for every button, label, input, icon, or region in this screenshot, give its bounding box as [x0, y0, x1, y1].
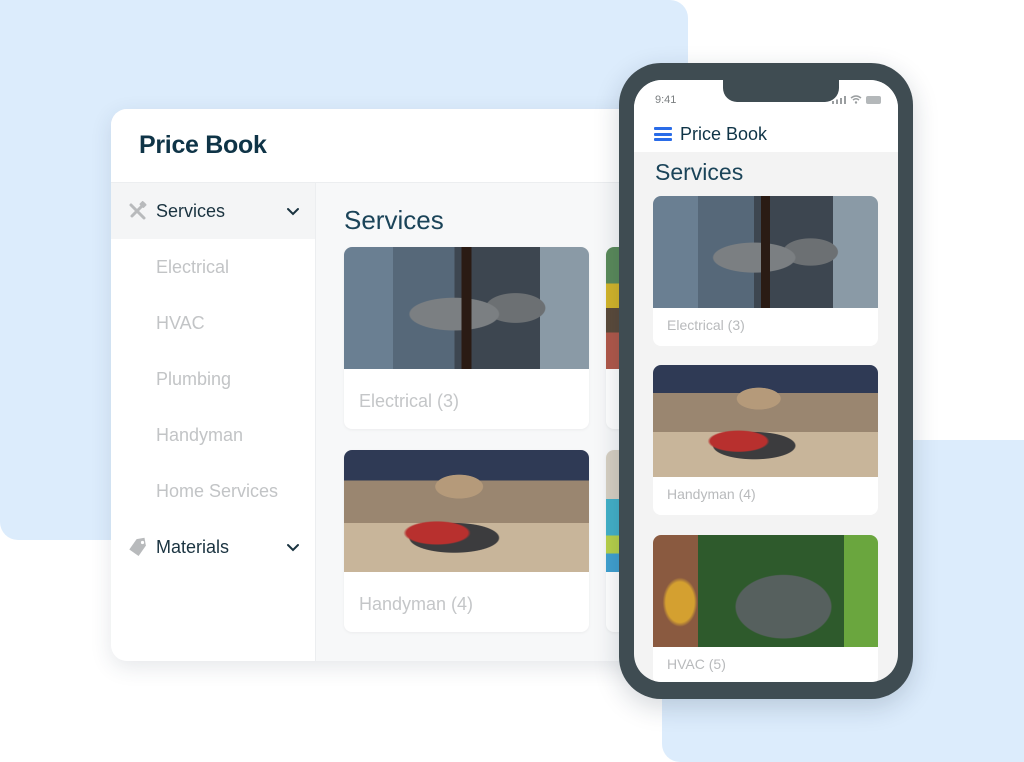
chevron-down-icon[interactable] — [285, 203, 301, 219]
phone-section-title: Services — [655, 159, 744, 185]
battery-icon — [866, 95, 881, 104]
tools-icon — [128, 201, 148, 221]
page-title: Price Book — [139, 131, 267, 159]
card-label: Electrical (3) — [667, 317, 745, 333]
status-icons — [832, 95, 882, 104]
phone-title: Price Book — [680, 123, 768, 144]
section-title: Services — [344, 205, 444, 235]
sidebar-item-electrical[interactable]: Electrical — [111, 239, 315, 295]
phone-card-hvac[interactable]: HVAC (5) — [653, 535, 878, 682]
handyman-photo — [344, 450, 589, 572]
phone-card-electrical[interactable]: Electrical (3) — [653, 196, 878, 346]
phone-card-handyman[interactable]: Handyman (4) — [653, 365, 878, 515]
content-area: Services Electrical (3) Handyman (4) — [317, 183, 671, 661]
card-label: Electrical (3) — [359, 391, 460, 411]
phone-app-bar: Price Book — [634, 116, 898, 152]
sidebar-item-plumbing[interactable]: Plumbing — [111, 351, 315, 407]
card-label: Handyman (4) — [667, 486, 756, 502]
phone-screen: 9:41 Price Book Services Electrical (3) … — [634, 80, 898, 682]
wifi-icon — [850, 95, 862, 104]
service-card-electrical[interactable]: Electrical (3) — [344, 247, 589, 429]
sidebar-group-label: Materials — [156, 536, 230, 557]
service-card-handyman[interactable]: Handyman (4) — [344, 450, 589, 632]
handyman-photo — [653, 365, 878, 477]
desktop-header: Price Book — [111, 109, 671, 183]
status-time: 9:41 — [655, 94, 677, 106]
phone-notch — [723, 80, 839, 102]
phone-frame: 9:41 Price Book Services Electrical (3) … — [619, 63, 913, 699]
sidebar-group-label: Services — [156, 200, 226, 221]
card-label: HVAC (5) — [667, 656, 726, 672]
desktop-window: Price Book Services Electrical HVAC Plum… — [111, 109, 671, 661]
electrical-photo — [653, 196, 878, 308]
sidebar-item-handyman[interactable]: Handyman — [111, 407, 315, 463]
sidebar-item-home-services[interactable]: Home Services — [111, 463, 315, 519]
sidebar-item-hvac[interactable]: HVAC — [111, 295, 315, 351]
tag-icon — [128, 537, 148, 557]
chevron-down-icon[interactable] — [285, 539, 301, 555]
card-label: Handyman (4) — [359, 594, 474, 614]
electrical-photo — [344, 247, 589, 369]
sidebar: Services Electrical HVAC Plumbing Handym… — [111, 183, 316, 661]
sidebar-group-services[interactable]: Services — [111, 183, 315, 239]
hvac-photo — [653, 535, 878, 647]
sidebar-group-materials[interactable]: Materials — [111, 519, 315, 575]
menu-icon[interactable] — [654, 127, 672, 141]
